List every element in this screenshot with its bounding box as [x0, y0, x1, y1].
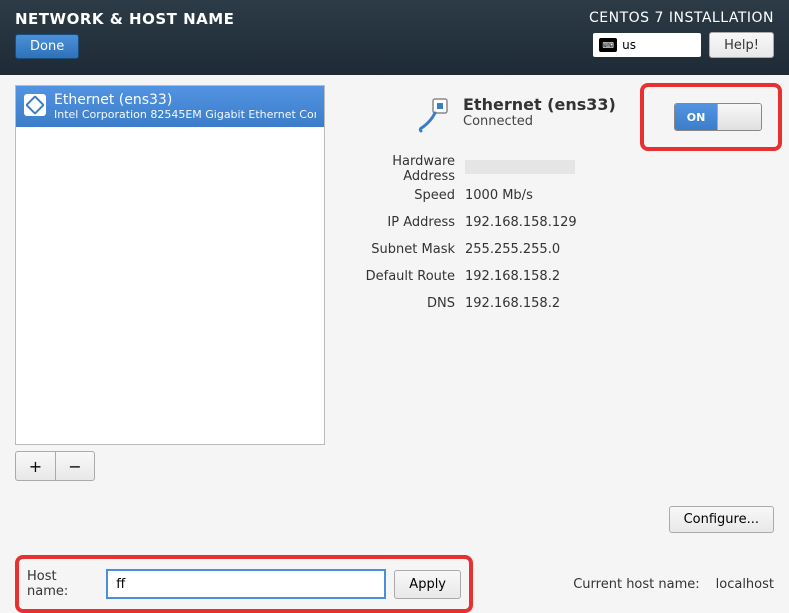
detail-row-route: Default Route 192.168.158.2 — [345, 263, 774, 290]
keyboard-layout-label: us — [622, 38, 636, 52]
detail-label: Speed — [345, 188, 465, 203]
device-status: Connected — [463, 114, 616, 129]
right-panel: ON Ethernet (ens33) Connected Hardware A… — [335, 85, 774, 545]
detail-label: Subnet Mask — [345, 242, 465, 257]
hostname-highlight-box: Host name: Apply — [15, 555, 473, 613]
keyboard-indicator[interactable]: ⌨ us — [593, 33, 701, 57]
detail-row-speed: Speed 1000 Mb/s — [345, 182, 774, 209]
hostname-input[interactable] — [106, 569, 386, 599]
content-area: Ethernet (ens33) Intel Corporation 82545… — [0, 75, 789, 555]
detail-label: Hardware Address — [345, 154, 465, 184]
detail-value: 192.168.158.129 — [465, 215, 577, 230]
header-left: NETWORK & HOST NAME Done — [15, 10, 234, 59]
device-header-text: Ethernet (ens33) Connected — [463, 95, 616, 129]
header-bar: NETWORK & HOST NAME Done CENTOS 7 INSTAL… — [0, 0, 789, 75]
device-list[interactable]: Ethernet (ens33) Intel Corporation 82545… — [15, 85, 325, 445]
configure-button[interactable]: Configure... — [669, 506, 774, 533]
header-right: CENTOS 7 INSTALLATION ⌨ us Help! — [589, 10, 774, 58]
detail-label: Default Route — [345, 269, 465, 284]
device-title: Ethernet (ens33) — [463, 95, 616, 114]
details-table: Hardware Address Speed 1000 Mb/s IP Addr… — [345, 155, 774, 317]
apply-button[interactable]: Apply — [394, 570, 461, 599]
page-title: NETWORK & HOST NAME — [15, 10, 234, 28]
detail-label: IP Address — [345, 215, 465, 230]
detail-label: DNS — [345, 296, 465, 311]
connection-toggle[interactable]: ON — [674, 103, 762, 131]
current-hostname: Current host name: localhost — [573, 577, 774, 592]
bottom-row: Host name: Apply Current host name: loca… — [0, 555, 789, 613]
ethernet-icon — [24, 94, 46, 116]
detail-value: 255.255.255.0 — [465, 242, 560, 257]
current-hostname-value: localhost — [716, 577, 774, 592]
help-button[interactable]: Help! — [709, 32, 774, 58]
device-text: Ethernet (ens33) Intel Corporation 82545… — [54, 92, 316, 121]
toggle-handle — [717, 104, 761, 130]
detail-value: 192.168.158.2 — [465, 296, 560, 311]
toggle-on-label: ON — [675, 104, 717, 130]
detail-row-subnet: Subnet Mask 255.255.255.0 — [345, 236, 774, 263]
keyboard-icon: ⌨ — [599, 38, 617, 52]
device-description: Intel Corporation 82545EM Gigabit Ethern… — [54, 108, 316, 121]
ethernet-plug-icon — [415, 95, 455, 135]
device-name: Ethernet (ens33) — [54, 92, 316, 108]
header-controls: ⌨ us Help! — [593, 32, 774, 58]
installer-title: CENTOS 7 INSTALLATION — [589, 10, 774, 26]
current-hostname-label: Current host name: — [573, 577, 699, 592]
hostname-label: Host name: — [27, 569, 98, 599]
done-button[interactable]: Done — [15, 34, 79, 59]
left-panel: Ethernet (ens33) Intel Corporation 82545… — [15, 85, 325, 545]
add-device-button[interactable]: + — [15, 451, 55, 481]
detail-row-hardware: Hardware Address — [345, 155, 774, 182]
list-buttons: + − — [15, 451, 325, 481]
detail-row-ip: IP Address 192.168.158.129 — [345, 209, 774, 236]
detail-value: 1000 Mb/s — [465, 188, 533, 203]
remove-device-button[interactable]: − — [55, 451, 95, 481]
detail-value-redacted — [465, 160, 575, 178]
detail-row-dns: DNS 192.168.158.2 — [345, 290, 774, 317]
device-list-item[interactable]: Ethernet (ens33) Intel Corporation 82545… — [16, 86, 324, 127]
detail-value: 192.168.158.2 — [465, 269, 560, 284]
